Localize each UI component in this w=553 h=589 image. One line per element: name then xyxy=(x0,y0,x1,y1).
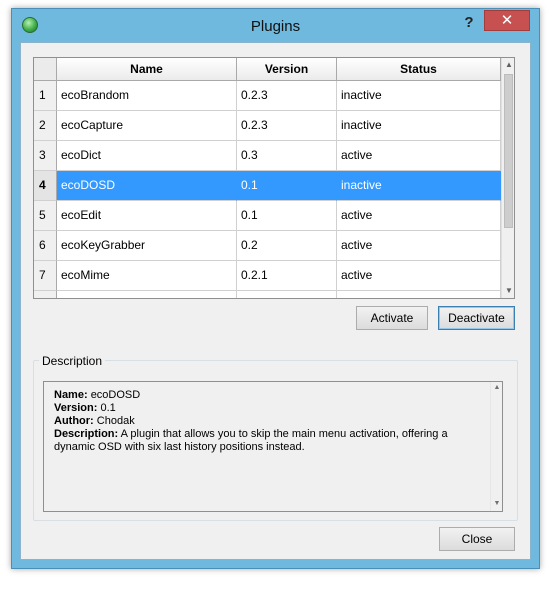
row-number[interactable]: 3 xyxy=(34,141,57,171)
desc-version-line: Version: 0.1 xyxy=(54,402,502,415)
description-textbox[interactable]: Name: ecoDOSD Version: 0.1 Author: Choda… xyxy=(43,381,503,512)
column-header-version[interactable]: Version xyxy=(237,58,337,81)
desc-version-label: Version: xyxy=(54,402,98,414)
cell-status[interactable]: active xyxy=(337,231,501,261)
row-number[interactable] xyxy=(34,291,57,298)
cell-status[interactable]: active xyxy=(337,201,501,231)
cell-name[interactable]: ecoDOSD xyxy=(57,171,237,201)
desc-name-value: ecoDOSD xyxy=(90,389,141,401)
cell-name[interactable] xyxy=(57,291,237,298)
close-window-button[interactable]: ✕ xyxy=(484,10,530,31)
table-row[interactable]: 6 ecoKeyGrabber 0.2 active xyxy=(34,231,501,261)
row-number[interactable]: 1 xyxy=(34,81,57,111)
cell-name[interactable]: ecoEdit xyxy=(57,201,237,231)
close-button[interactable]: Close xyxy=(439,527,515,551)
cell-name[interactable]: ecoDict xyxy=(57,141,237,171)
cell-name[interactable]: ecoCapture xyxy=(57,111,237,141)
cell-version[interactable]: 0.1 xyxy=(237,171,337,201)
scroll-up-arrow-icon[interactable]: ▲ xyxy=(502,58,514,72)
scroll-down-arrow-icon[interactable]: ▼ xyxy=(502,284,514,298)
table-row[interactable]: 4 ecoDOSD 0.1 inactive xyxy=(34,171,501,201)
cell-status[interactable]: inactive xyxy=(337,81,501,111)
cell-version[interactable]: 0.2 xyxy=(237,231,337,261)
help-button[interactable]: ? xyxy=(458,13,480,33)
title-bar[interactable]: Plugins ? ✕ xyxy=(12,9,539,43)
description-group-label: Description xyxy=(39,354,106,368)
cell-version[interactable] xyxy=(237,291,337,298)
desc-description-line: Description: A plugin that allows you to… xyxy=(54,428,474,454)
desc-scroll-down-icon[interactable]: ▼ xyxy=(492,499,502,509)
table-row[interactable]: 3 ecoDict 0.3 active xyxy=(34,141,501,171)
cell-name[interactable]: ecoKeyGrabber xyxy=(57,231,237,261)
dialog-client-area: Name Version Status 1 ecoBrandom 0.2.3 inac… xyxy=(20,42,531,560)
plugins-window: Plugins ? ✕ Name Version Status 1 ecoBran… xyxy=(11,8,540,569)
table-header: Name Version Status xyxy=(34,58,514,81)
column-header-name[interactable]: Name xyxy=(57,58,237,81)
cell-status[interactable]: active xyxy=(337,261,501,291)
cell-status[interactable]: inactive xyxy=(337,171,501,201)
table-row[interactable]: 5 ecoEdit 0.1 active xyxy=(34,201,501,231)
desc-author-value: Chodak xyxy=(96,415,135,427)
cell-status[interactable]: inactive xyxy=(337,111,501,141)
row-number[interactable]: 6 xyxy=(34,231,57,261)
row-number[interactable]: 7 xyxy=(34,261,57,291)
column-header-status[interactable]: Status xyxy=(337,58,501,81)
cell-name[interactable]: ecoMime xyxy=(57,261,237,291)
plugins-table: Name Version Status 1 ecoBrandom 0.2.3 inac… xyxy=(33,57,515,299)
header-corner[interactable] xyxy=(34,58,57,81)
desc-name-line: Name: ecoDOSD xyxy=(54,389,502,402)
table-row[interactable]: 2 ecoCapture 0.2.3 inactive xyxy=(34,111,501,141)
cell-version[interactable]: 0.2.3 xyxy=(237,81,337,111)
desc-author-line: Author: Chodak xyxy=(54,415,502,428)
row-number[interactable]: 5 xyxy=(34,201,57,231)
table-row-partial[interactable] xyxy=(34,291,501,298)
cell-version[interactable]: 0.3 xyxy=(237,141,337,171)
desc-description-label: Description: xyxy=(54,428,119,440)
activate-button[interactable]: Activate xyxy=(356,306,428,330)
desc-name-label: Name: xyxy=(54,389,88,401)
row-number[interactable]: 4 xyxy=(34,171,57,201)
scrollbar-thumb[interactable] xyxy=(504,74,513,228)
table-row[interactable]: 1 ecoBrandom 0.2.3 inactive xyxy=(34,81,501,111)
desc-version-value: 0.1 xyxy=(100,402,116,414)
cell-version[interactable]: 0.2.3 xyxy=(237,111,337,141)
deactivate-button[interactable]: Deactivate xyxy=(438,306,515,330)
description-scrollbar[interactable]: ▲ ▼ xyxy=(490,382,502,511)
table-vertical-scrollbar[interactable]: ▲ ▼ xyxy=(501,58,514,298)
cell-status[interactable]: active xyxy=(337,141,501,171)
cell-name[interactable]: ecoBrandom xyxy=(57,81,237,111)
row-number[interactable]: 2 xyxy=(34,111,57,141)
desc-author-label: Author: xyxy=(54,415,94,427)
desc-scroll-up-icon[interactable]: ▲ xyxy=(492,383,502,393)
table-row[interactable]: 7 ecoMime 0.2.1 active xyxy=(34,261,501,291)
cell-status[interactable] xyxy=(337,291,501,298)
cell-version[interactable]: 0.1 xyxy=(237,201,337,231)
cell-version[interactable]: 0.2.1 xyxy=(237,261,337,291)
